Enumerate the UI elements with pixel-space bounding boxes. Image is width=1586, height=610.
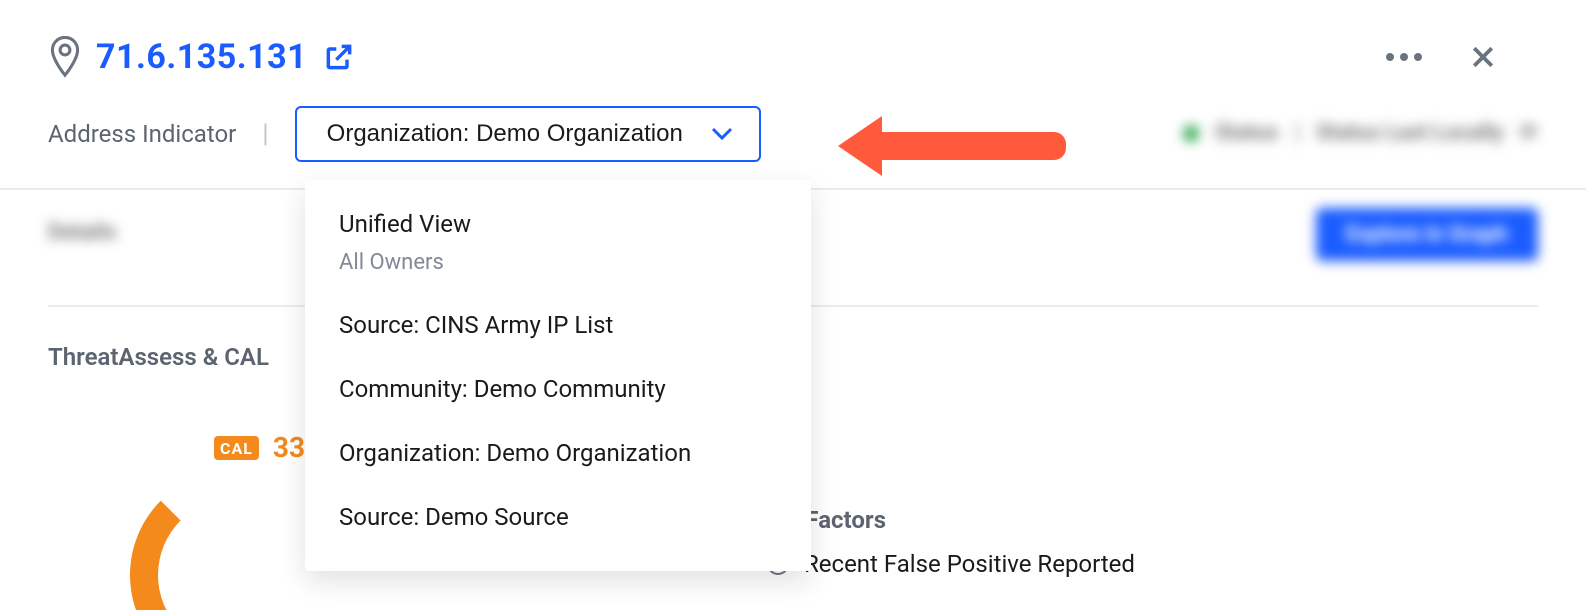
more-options-icon[interactable] xyxy=(1384,51,1424,63)
dropdown-item-org-demo[interactable]: Organization: Demo Organization xyxy=(305,421,811,485)
chevron-down-icon xyxy=(711,127,733,141)
owner-dropdown-selected: Organization: Demo Organization xyxy=(327,120,683,148)
impact-factor-item: Recent False Positive Reported xyxy=(766,550,1135,578)
separator: | xyxy=(262,119,268,149)
external-link-icon[interactable] xyxy=(323,41,355,73)
indicator-type-label: Address Indicator xyxy=(48,120,236,148)
details-heading-blurred: Details xyxy=(48,220,116,245)
impact-factor-text: Recent False Positive Reported xyxy=(804,550,1135,578)
owner-dropdown-menu: Unified View All Owners Source: CINS Arm… xyxy=(305,180,811,571)
ip-address-link[interactable]: 71.6.135.131 xyxy=(96,37,307,77)
dropdown-item-unified-sub: All Owners xyxy=(305,250,811,289)
dropdown-item-source-demo[interactable]: Source: Demo Source xyxy=(305,485,811,549)
cal-badge: CAL xyxy=(214,436,259,460)
threatassess-section-title: ThreatAssess & CAL xyxy=(48,343,269,371)
location-pin-icon xyxy=(48,36,82,78)
explore-button-blurred: Explore in Graph xyxy=(1316,208,1538,261)
close-icon[interactable] xyxy=(1468,42,1498,72)
dropdown-item-unified-view[interactable]: Unified View xyxy=(305,198,811,250)
annotation-arrow xyxy=(838,116,1066,176)
owner-dropdown-button[interactable]: Organization: Demo Organization xyxy=(295,106,761,162)
status-area-blurred: Status | Status Last Locally ⟳ xyxy=(1183,121,1538,146)
dropdown-item-source-cins[interactable]: Source: CINS Army IP List xyxy=(305,293,811,357)
impact-factors-heading: act Factors xyxy=(766,506,1135,534)
dropdown-item-community-demo[interactable]: Community: Demo Community xyxy=(305,357,811,421)
